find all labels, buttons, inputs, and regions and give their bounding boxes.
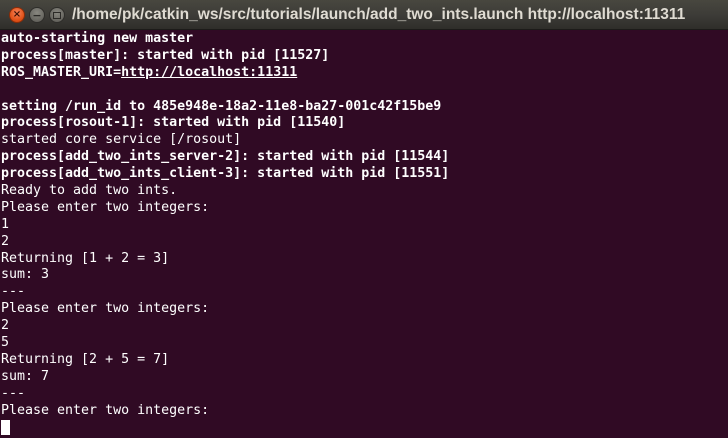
terminal-line: Please enter two integers: [1, 199, 210, 215]
terminal-line: sum: 7 [1, 368, 50, 384]
terminal-line: 5 [1, 335, 10, 351]
close-icon: × [12, 9, 22, 20]
terminal-line: Please enter two integers: [1, 402, 210, 418]
prompt-line[interactable] [1, 419, 728, 436]
terminal-line: process[add_two_ints_client-3]: started … [1, 166, 450, 182]
terminal-line: 2 [1, 318, 10, 334]
ros-master-uri-link[interactable]: http://localhost:11311 [121, 65, 297, 80]
terminal-line: --- [1, 284, 26, 300]
terminal-line: process[master]: started with pid [11527… [1, 47, 330, 63]
terminal-line: setting /run_id to 485e948e-18a2-11e8-ba… [1, 98, 442, 114]
terminal-line: Returning [2 + 5 = 7] [1, 351, 170, 367]
terminal-window: × − /home/pk/catkin_ws/src/tutorials/lau… [0, 0, 728, 438]
terminal-line: 1 [1, 216, 10, 232]
terminal-output[interactable]: auto-starting new master process[master]… [1, 31, 728, 438]
terminal-line: Ready to add two ints. [1, 183, 178, 199]
terminal-line: started core service [/rosout] [1, 132, 242, 148]
ros-master-uri-label: ROS_MASTER_URI= [1, 64, 122, 80]
text-cursor [1, 420, 10, 436]
terminal-line: 2 [1, 233, 10, 249]
maximize-icon [53, 11, 61, 19]
minimize-icon: − [32, 8, 42, 22]
terminal-line: process[rosout-1]: started with pid [115… [1, 115, 346, 131]
terminal-line: auto-starting new master [1, 31, 194, 46]
minimize-button[interactable]: − [29, 7, 45, 23]
title-bar[interactable]: × − /home/pk/catkin_ws/src/tutorials/lau… [0, 0, 728, 30]
close-button[interactable]: × [9, 7, 25, 23]
terminal-line: Returning [1 + 2 = 3] [1, 250, 170, 266]
maximize-button[interactable] [49, 7, 65, 23]
terminal-line: ROS_MASTER_URI=http://localhost:11311 [1, 65, 728, 82]
terminal-line: sum: 3 [1, 267, 50, 283]
terminal-line: --- [1, 385, 26, 401]
terminal-line: process[add_two_ints_server-2]: started … [1, 149, 450, 165]
terminal-line: Please enter two integers: [1, 301, 210, 317]
window-title: /home/pk/catkin_ws/src/tutorials/launch/… [72, 6, 686, 23]
